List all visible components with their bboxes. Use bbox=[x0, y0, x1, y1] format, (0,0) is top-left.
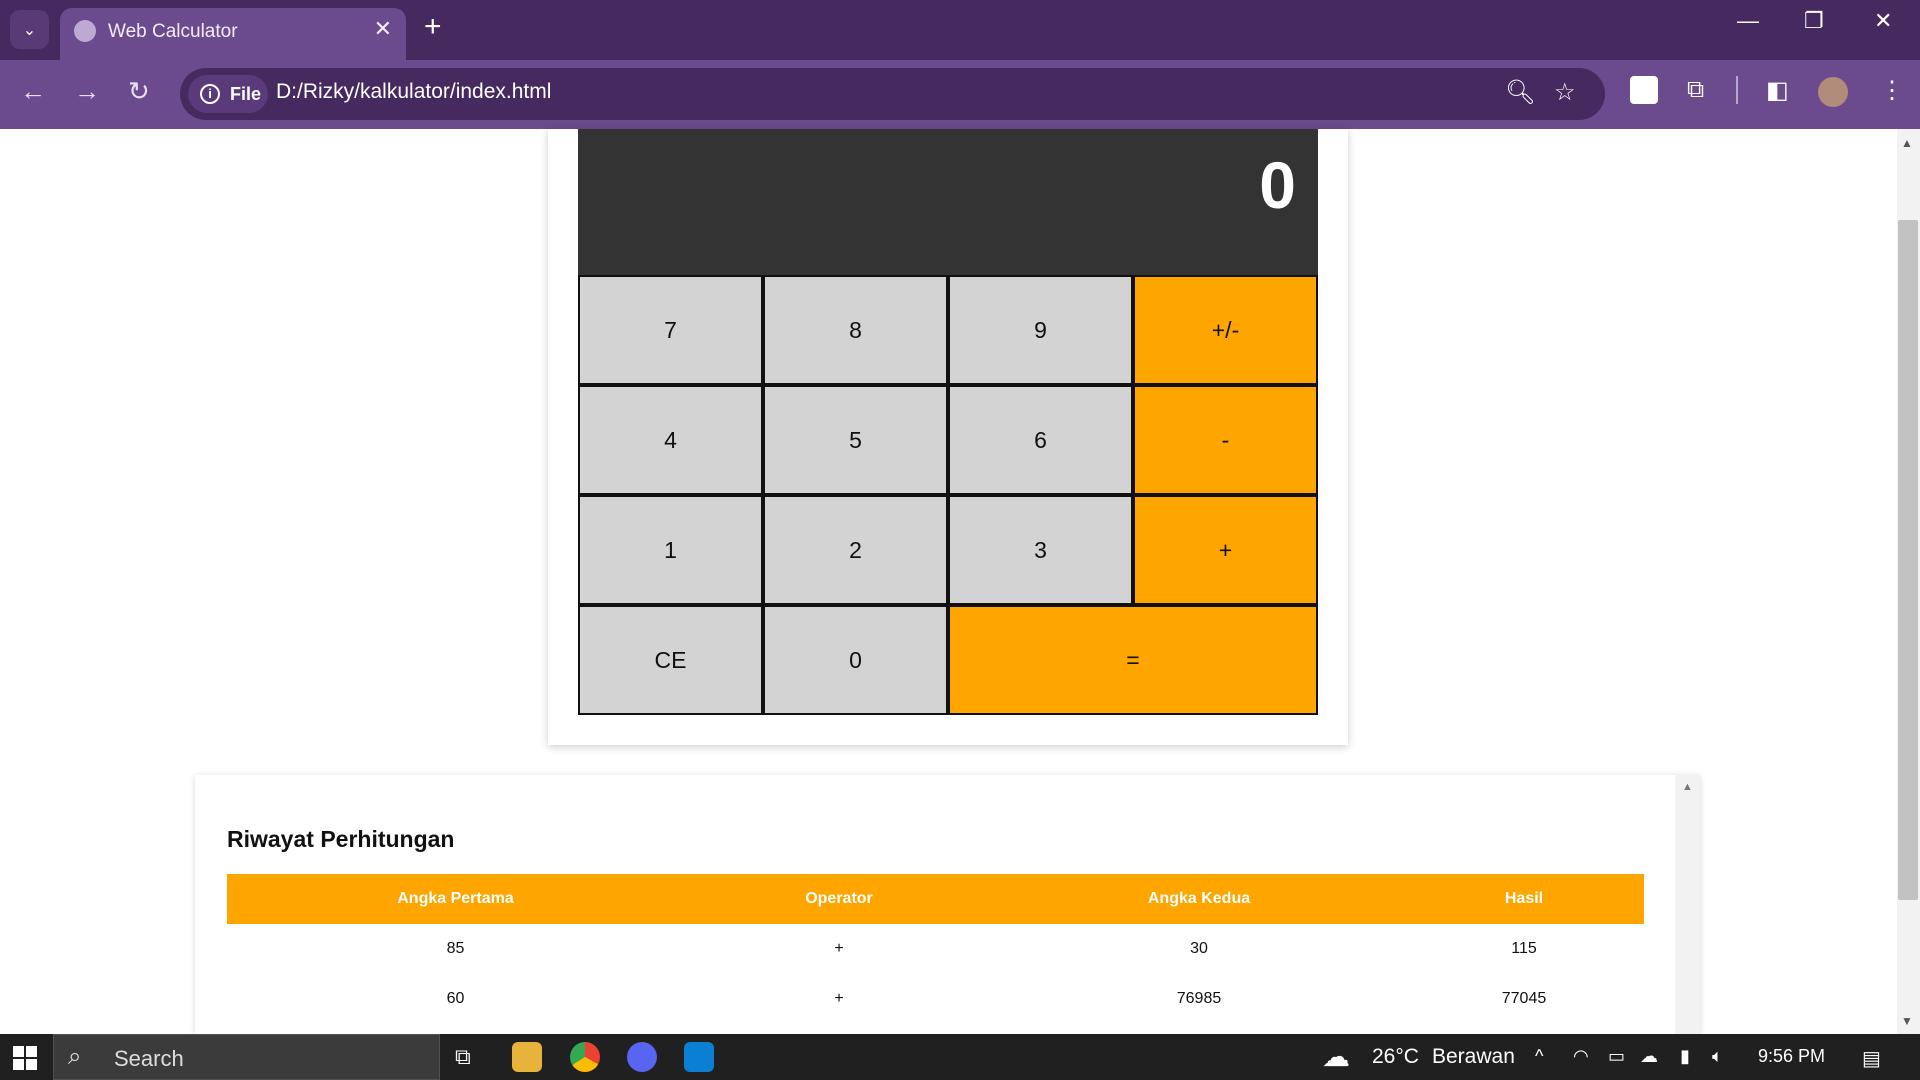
wifi-icon[interactable]: ◠ bbox=[1573, 1046, 1589, 1067]
key-7[interactable]: 7 bbox=[578, 275, 763, 385]
key-4[interactable]: 4 bbox=[578, 385, 763, 495]
reload-icon[interactable]: ↻ bbox=[128, 76, 150, 107]
cell-second-number: 30 bbox=[1190, 940, 1208, 957]
cell-first-number: 60 bbox=[446, 990, 465, 1007]
cell-operator: + bbox=[834, 990, 844, 1007]
browser-tab-bar: ⌄ Web Calculator ✕ + — ❐ ✕ bbox=[0, 0, 1920, 60]
history-scroll-up-icon[interactable]: ▲ bbox=[1682, 781, 1693, 793]
key-2[interactable]: 2 bbox=[763, 495, 948, 605]
key-9[interactable]: 9 bbox=[948, 275, 1133, 385]
restore-icon[interactable]: ❐ bbox=[1804, 8, 1824, 34]
site-info-chip[interactable]: i File bbox=[188, 75, 268, 113]
chevron-down-icon: ⌄ bbox=[22, 21, 37, 39]
extensions-puzzle-icon[interactable]: ⧉ bbox=[1687, 76, 1704, 104]
show-hidden-icons-icon[interactable]: ^ bbox=[1535, 1046, 1543, 1067]
header-second-number: Angka Kedua bbox=[1147, 890, 1251, 907]
clock-time[interactable]: 9:56 PM bbox=[1758, 1046, 1825, 1067]
vscode-icon[interactable] bbox=[684, 1042, 714, 1072]
windows-taskbar: ⌕ Search ⧉ ☁ 26°C Berawan ^ ◠ ▭ ☁ ▮ 🔈︎ 9… bbox=[0, 1034, 1920, 1080]
more-menu-icon[interactable]: ⋮ bbox=[1880, 76, 1904, 105]
display-value: 0 bbox=[1259, 148, 1296, 222]
new-tab-icon[interactable]: + bbox=[424, 10, 442, 44]
search-icon: ⌕ bbox=[68, 1043, 82, 1070]
header-first-number: Angka Pertama bbox=[397, 890, 514, 907]
close-window-icon[interactable]: ✕ bbox=[1874, 8, 1892, 34]
scroll-down-icon[interactable]: ▼ bbox=[1901, 1014, 1913, 1028]
onedrive-warning-icon[interactable]: ☁ bbox=[1640, 1046, 1658, 1067]
history-table: Angka Pertama Operator Angka Kedua Hasil… bbox=[227, 874, 1644, 1024]
key-8[interactable]: 8 bbox=[763, 275, 948, 385]
key-equals[interactable]: = bbox=[948, 605, 1318, 715]
key-0[interactable]: 0 bbox=[763, 605, 948, 715]
microphone-icon[interactable]: ▮ bbox=[1680, 1046, 1690, 1067]
key-1[interactable]: 1 bbox=[578, 495, 763, 605]
tab-title: Web Calculator bbox=[108, 21, 238, 42]
browser-toolbar: ← → ↻ i File D:/Rizky/kalkulator/index.h… bbox=[0, 60, 1920, 129]
zoom-icon[interactable]: 🔍︎ bbox=[1505, 78, 1535, 107]
profile-avatar[interactable] bbox=[1818, 77, 1848, 107]
windows-start-icon[interactable] bbox=[13, 1046, 37, 1070]
battery-icon[interactable]: ▭ bbox=[1608, 1046, 1625, 1067]
search-placeholder: Search bbox=[114, 1046, 184, 1071]
key-minus[interactable]: - bbox=[1133, 385, 1318, 495]
history-scrollbar[interactable]: ▲ bbox=[1675, 775, 1700, 1034]
chip-label: File bbox=[230, 84, 262, 104]
cell-second-number: 76985 bbox=[1176, 990, 1222, 1007]
extension-icon[interactable] bbox=[1630, 76, 1658, 104]
tab-search-button[interactable]: ⌄ bbox=[10, 10, 49, 49]
cell-result: 77045 bbox=[1501, 990, 1547, 1007]
history-table-header: Angka Pertama Operator Angka Kedua Hasil bbox=[227, 874, 1644, 924]
globe-icon bbox=[74, 20, 96, 42]
taskbar-search-box[interactable]: ⌕ Search bbox=[53, 1034, 440, 1080]
key-5[interactable]: 5 bbox=[763, 385, 948, 495]
info-icon: i bbox=[200, 84, 220, 104]
bookmark-star-icon[interactable]: ☆ bbox=[1554, 78, 1576, 107]
close-tab-icon[interactable]: ✕ bbox=[374, 16, 392, 42]
weather-cloud-icon[interactable]: ☁ bbox=[1322, 1040, 1350, 1073]
page-scrollbar-thumb[interactable] bbox=[1898, 220, 1918, 900]
forward-icon[interactable]: → bbox=[74, 76, 100, 107]
key-6[interactable]: 6 bbox=[948, 385, 1133, 495]
discord-icon[interactable] bbox=[627, 1042, 657, 1072]
minimize-icon[interactable]: — bbox=[1737, 8, 1759, 34]
key-plus[interactable]: + bbox=[1133, 495, 1318, 605]
tab-web-calculator[interactable]: Web Calculator ✕ bbox=[60, 8, 406, 60]
cell-operator: + bbox=[834, 940, 844, 957]
back-icon[interactable]: ← bbox=[20, 76, 46, 107]
weather-temperature[interactable]: 26°C bbox=[1372, 1045, 1419, 1069]
table-row: 60 + 76985 77045 bbox=[227, 974, 1644, 1024]
side-panel-icon[interactable]: ◧ bbox=[1766, 76, 1789, 105]
file-explorer-icon[interactable] bbox=[512, 1042, 542, 1072]
table-row: 85 + 30 115 bbox=[227, 924, 1644, 974]
cell-first-number: 85 bbox=[446, 940, 465, 957]
header-result: Hasil bbox=[1504, 890, 1544, 907]
key-clear[interactable]: CE bbox=[578, 605, 763, 715]
url-text[interactable]: D:/Rizky/kalkulator/index.html bbox=[276, 80, 551, 104]
address-bar[interactable]: i File D:/Rizky/kalkulator/index.html 🔍︎… bbox=[180, 68, 1605, 120]
history-title: Riwayat Perhitungan bbox=[227, 826, 455, 852]
task-view-icon[interactable]: ⧉ bbox=[455, 1044, 471, 1070]
chrome-icon[interactable] bbox=[570, 1042, 600, 1072]
calculator-display: 0 bbox=[578, 129, 1318, 275]
divider bbox=[1736, 76, 1738, 104]
key-negate[interactable]: +/- bbox=[1133, 275, 1318, 385]
weather-condition[interactable]: Berawan bbox=[1432, 1045, 1515, 1069]
key-3[interactable]: 3 bbox=[948, 495, 1133, 605]
notifications-icon[interactable]: ▤ bbox=[1862, 1046, 1881, 1071]
scroll-up-icon[interactable]: ▲ bbox=[1901, 136, 1913, 150]
header-operator: Operator bbox=[805, 890, 873, 907]
cell-result: 115 bbox=[1511, 940, 1537, 957]
volume-icon[interactable]: 🔈︎ bbox=[1712, 1046, 1723, 1067]
